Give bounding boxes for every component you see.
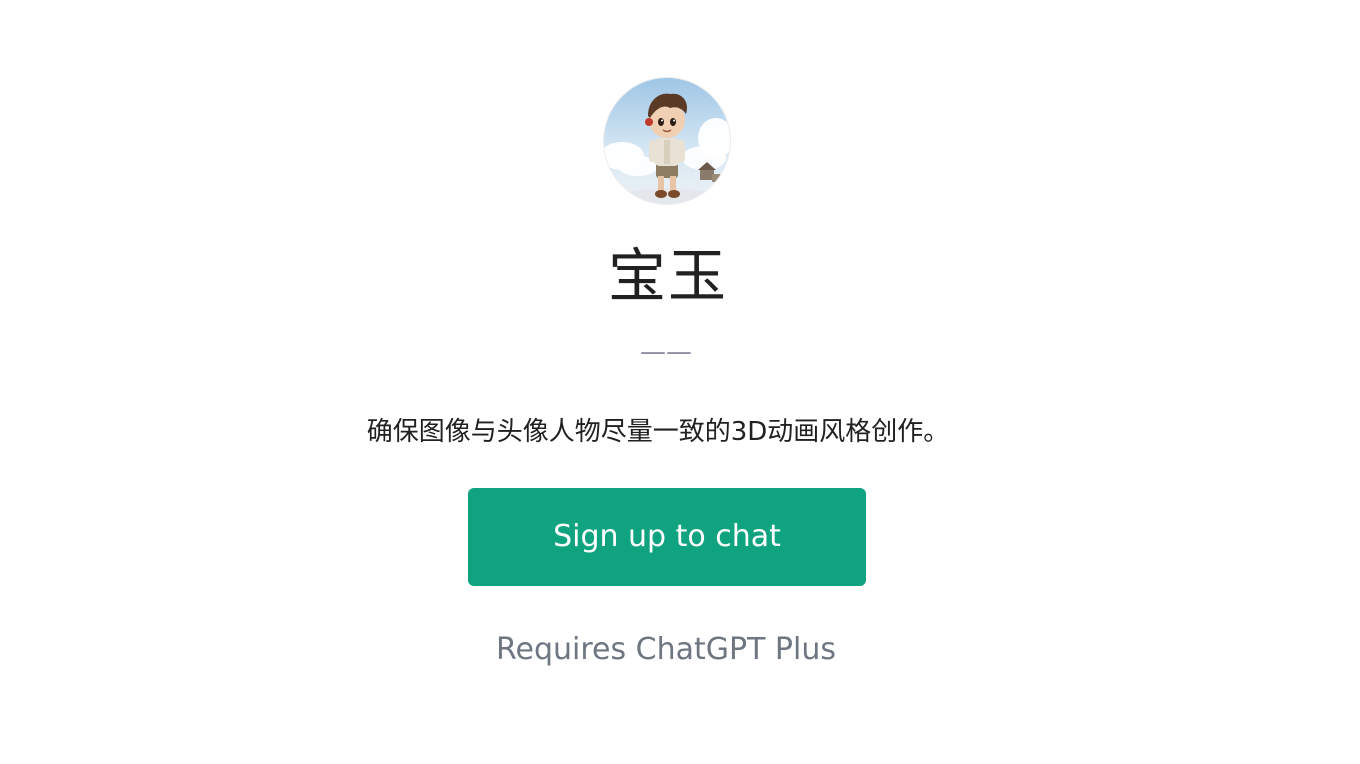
- cartoon-boy-avatar-icon: [604, 78, 730, 204]
- gpt-author: ——: [640, 337, 692, 367]
- gpt-description: 确保图像与头像人物尽量一致的3D动画风格创作。: [366, 417, 950, 447]
- gpt-landing-page: 宝玉 —— 确保图像与头像人物尽量一致的3D动画风格创作。 Sign up to…: [0, 0, 1360, 764]
- gpt-title: 宝玉: [607, 242, 728, 310]
- gpt-avatar: [604, 78, 730, 204]
- requires-plus-note: Requires ChatGPT Plus: [495, 632, 837, 667]
- sign-up-to-chat-button[interactable]: Sign up to chat: [468, 488, 866, 586]
